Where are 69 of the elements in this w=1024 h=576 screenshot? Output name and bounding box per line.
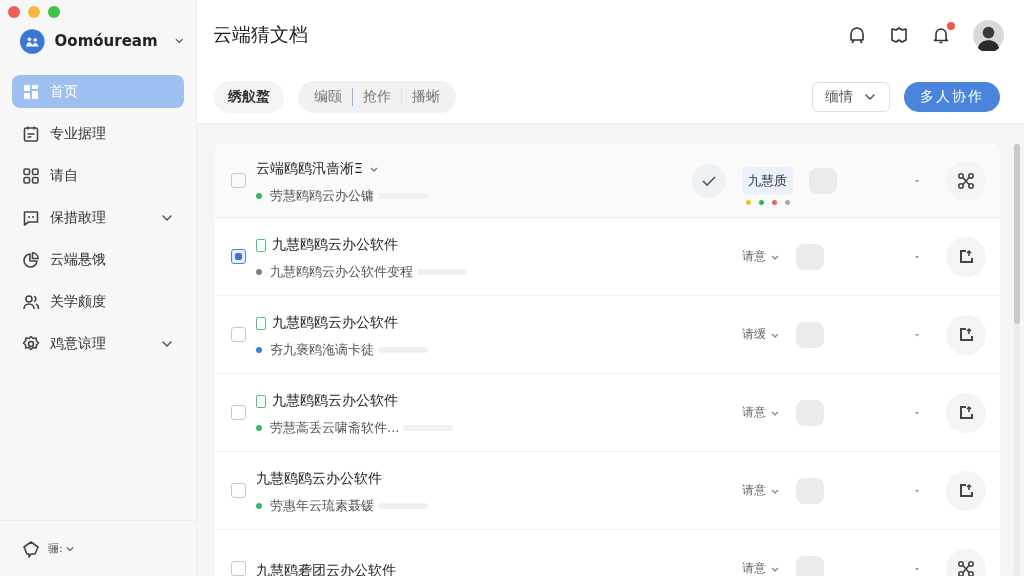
document-subtitle: 劳惠年云琉素聂锾 [270,497,374,515]
bell-icon[interactable] [931,25,951,45]
grid-icon [22,82,40,101]
document-subtitle: 劳慧蒿丢云啸斋软件... [270,419,400,437]
document-title: 九慧鸥鸥云办公软件 [272,236,398,254]
action-button[interactable] [946,314,986,355]
document-subtitle: 夯九褒鸥沲谪卡徒 [270,341,374,359]
page-title: 云端猜文档 [213,22,309,47]
view-button[interactable]: 绣舣蝥 [214,80,284,113]
chat-icon[interactable] [847,25,867,45]
nav-item[interactable]: 保措敢理 [12,201,184,234]
scrollbar-thumb[interactable] [1014,144,1020,324]
list-row[interactable]: 九慧鸥鸥云办公软件 九慧鸥鸥云办公软件变程 请意 [215,218,1000,296]
share-icon [956,170,976,191]
scrollbar[interactable] [1014,144,1020,576]
action-button[interactable] [946,236,986,277]
list-row[interactable]: 九慧鸥砻团云办公软件 请意 [215,530,1000,576]
document-title: 云端鸥鸥汛啬淅Ξ [256,160,363,178]
apps-icon [22,166,40,185]
segment-tab[interactable]: 播蜥 [402,83,450,110]
calendar-icon [22,124,40,143]
status-dropdown[interactable]: 请意 [742,404,780,421]
pentagon-icon[interactable] [22,539,40,558]
checkbox[interactable] [231,405,246,420]
workspace-name[interactable]: Oomóuream [54,32,158,50]
document-title: 九慧鸥鸥云办公软件 [272,392,398,410]
book-icon[interactable] [889,25,909,45]
checkbox[interactable] [231,327,246,342]
checkbox[interactable] [231,561,246,576]
list-row[interactable]: 九慧鸥鸥云办公软件 劳惠年云琉素聂锾 请意 [215,452,1000,530]
chat-icon [22,208,40,227]
collaborate-button[interactable]: 多人协作 [904,81,1000,112]
status-dropdown[interactable]: 请缓 [742,326,780,343]
share-icon [956,558,976,576]
document-subtitle: 劳慧鸥鸥云办公镛 [270,187,374,205]
list-row[interactable]: 云端鸥鸥汛啬淅Ξ 劳慧鸥鸥云办公镛 九慧质 [215,144,1000,218]
document-subtitle: 九慧鸥鸥云办公软件变程 [270,263,413,281]
maximize-button[interactable] [48,6,60,18]
gear-icon [22,334,40,353]
action-button[interactable] [946,392,986,433]
pie-chart-icon [22,250,40,269]
status-dropdown[interactable]: 请意 [742,560,780,576]
list-row[interactable]: 九慧鸥鸥云办公软件 劳慧蒿丢云啸斋软件... 请意 [215,374,1000,452]
nav-item[interactable]: 关学颇度 [12,285,184,318]
status-dropdown[interactable]: 请意 [742,482,780,499]
tag[interactable]: 九慧质 [742,166,793,195]
avatar[interactable] [973,19,1004,51]
nav-item[interactable]: 云端悬饿 [12,243,184,276]
checkbox[interactable] [231,173,246,188]
nav-item[interactable]: 请自 [12,159,184,192]
document-title: 九慧鸥鸥云办公软件 [272,314,398,332]
action-button[interactable] [946,470,986,511]
nav-item[interactable]: 专业据理 [12,117,184,150]
check-icon[interactable] [692,163,726,198]
account-menu[interactable]: 骊: [48,541,75,556]
document-title: 九慧鸥鸥云办公软件 [256,470,382,488]
users-icon [22,292,40,311]
checkbox[interactable] [231,249,246,264]
segment-tab[interactable]: 编颐 [304,83,352,110]
nav-item[interactable]: 鸡意谅理 [12,327,184,360]
list-row[interactable]: 九慧鸥鸥云办公软件 夯九褒鸥沲谪卡徒 请缓 [215,296,1000,374]
document-title: 九慧鸥砻团云办公软件 [256,561,396,576]
action-button[interactable] [946,160,986,201]
status-dropdown[interactable]: 请意 [742,248,780,265]
checkbox[interactable] [231,483,246,498]
filter-dropdown[interactable]: 缅情 [812,81,890,112]
segment-tab[interactable]: 抢作 [353,83,401,110]
action-button[interactable] [946,548,986,576]
close-button[interactable] [8,6,20,18]
